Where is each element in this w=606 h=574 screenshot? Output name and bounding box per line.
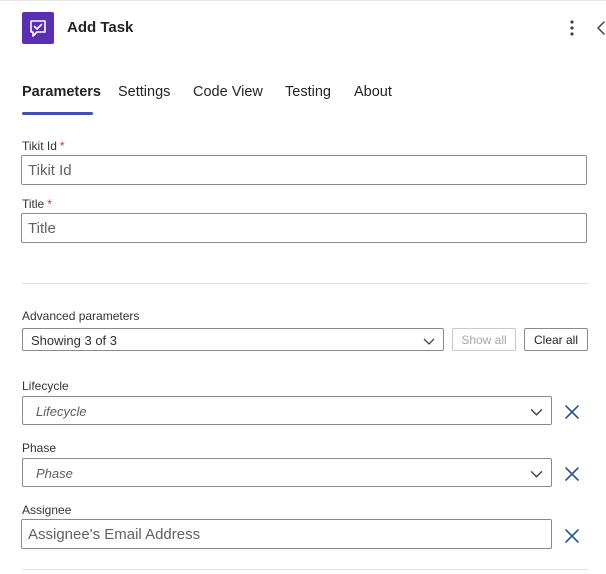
chevron-down-icon: [423, 334, 435, 352]
panel-header: Add Task: [0, 0, 606, 57]
lifecycle-placeholder: Lifecycle: [36, 404, 87, 419]
more-options-icon[interactable]: [564, 18, 580, 38]
show-all-button[interactable]: Show all: [452, 328, 516, 351]
title-label: Title *: [22, 197, 52, 211]
advanced-parameters-dropdown[interactable]: Showing 3 of 3: [22, 328, 444, 351]
section-divider: [22, 569, 588, 570]
remove-phase-icon[interactable]: [565, 467, 579, 481]
active-tab-indicator: [22, 112, 93, 115]
advanced-parameters-label: Advanced parameters: [22, 309, 140, 323]
tikit-id-label: Tikit Id *: [22, 139, 65, 153]
lifecycle-label: Lifecycle: [22, 379, 69, 393]
tab-settings[interactable]: Settings: [118, 84, 170, 100]
page-title: Add Task: [67, 19, 134, 36]
lifecycle-dropdown[interactable]: Lifecycle: [22, 396, 552, 425]
collapse-panel-icon[interactable]: [594, 17, 606, 39]
advanced-parameters-value: Showing 3 of 3: [31, 333, 118, 348]
phase-placeholder: Phase: [36, 466, 73, 481]
chevron-down-icon: [530, 467, 543, 485]
clear-all-button[interactable]: Clear all: [524, 328, 588, 351]
phase-label: Phase: [22, 441, 57, 455]
tab-parameters[interactable]: Parameters: [22, 84, 101, 100]
tab-about[interactable]: About: [354, 84, 392, 100]
section-divider: [22, 283, 588, 284]
assignee-label: Assignee: [22, 503, 72, 517]
required-marker: *: [59, 139, 65, 153]
tab-testing[interactable]: Testing: [285, 84, 331, 100]
task-chat-icon: [22, 12, 54, 44]
remove-assignee-icon[interactable]: [565, 529, 579, 543]
remove-lifecycle-icon[interactable]: [565, 405, 579, 419]
tab-code-view[interactable]: Code View: [193, 84, 263, 100]
assignee-input[interactable]: [21, 519, 552, 549]
required-marker: *: [47, 197, 52, 211]
title-input[interactable]: [21, 213, 587, 243]
phase-dropdown[interactable]: Phase: [22, 458, 552, 487]
chevron-down-icon: [530, 405, 543, 423]
tikit-id-input[interactable]: [21, 155, 587, 185]
